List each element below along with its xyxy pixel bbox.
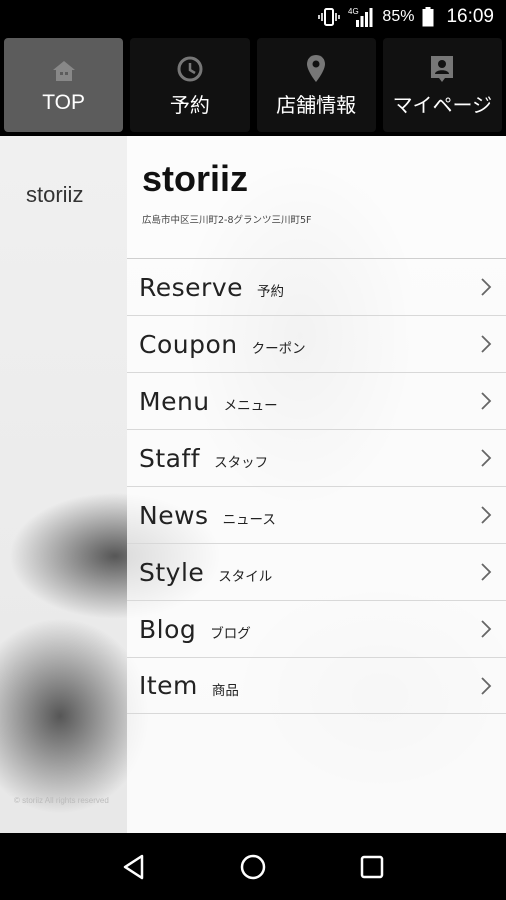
chevron-right-icon bbox=[480, 277, 492, 301]
chevron-right-icon bbox=[480, 562, 492, 586]
person-card-icon bbox=[429, 53, 455, 85]
tab-top[interactable]: TOP bbox=[4, 38, 124, 132]
battery-icon bbox=[422, 7, 434, 27]
menu-item-menu[interactable]: Menu メニュー bbox=[127, 372, 506, 429]
svg-text:4G: 4G bbox=[348, 7, 359, 16]
menu-item-item[interactable]: Item 商品 bbox=[127, 657, 506, 714]
menu-item-sublabel: ニュース bbox=[222, 512, 276, 528]
tab-shop-info[interactable]: 店舗情報 bbox=[256, 38, 376, 132]
menu-item-sublabel: 商品 bbox=[211, 682, 239, 699]
menu-item-sublabel: メニュー bbox=[223, 398, 278, 414]
signal-icon: 4G bbox=[348, 6, 374, 28]
chevron-right-icon bbox=[480, 448, 492, 472]
chevron-right-icon bbox=[480, 676, 492, 700]
menu-item-staff[interactable]: Staff スタッフ bbox=[127, 429, 506, 486]
menu-list: Reserve 予約 Coupon クーポン Menu メニュー Staff ス… bbox=[127, 258, 506, 714]
clock-icon bbox=[176, 53, 204, 85]
location-pin-icon bbox=[305, 53, 327, 85]
vibrate-icon bbox=[318, 8, 341, 26]
tab-label: 店舗情報 bbox=[276, 92, 357, 117]
copyright-text: © storiiz All rights reserved bbox=[14, 796, 109, 805]
tab-label: 予約 bbox=[169, 92, 210, 117]
shop-name: storiiz bbox=[142, 158, 249, 199]
main-content: storiiz © storiiz All rights reserved st… bbox=[0, 136, 506, 833]
menu-item-label: News bbox=[139, 500, 209, 530]
home-circle-icon[interactable] bbox=[233, 847, 273, 887]
menu-item-label: Menu bbox=[139, 386, 210, 416]
menu-item-label: Style bbox=[139, 557, 205, 587]
home-icon bbox=[51, 55, 77, 87]
menu-item-label: Coupon bbox=[139, 329, 238, 359]
menu-item-sublabel: スタッフ bbox=[214, 455, 269, 471]
status-bar: 4G 85% 16:09 bbox=[0, 0, 506, 34]
shop-address: 広島市中区三川町2-8グランツ三川町5F bbox=[142, 215, 312, 226]
menu-item-blog[interactable]: Blog ブログ bbox=[127, 600, 506, 657]
tab-label: TOP bbox=[42, 91, 86, 114]
chevron-right-icon bbox=[480, 334, 492, 358]
tab-label: マイページ bbox=[392, 92, 493, 117]
menu-item-news[interactable]: News ニュース bbox=[127, 486, 506, 543]
menu-item-label: Staff bbox=[139, 443, 201, 473]
menu-item-style[interactable]: Style スタイル bbox=[127, 543, 506, 600]
recent-apps-icon[interactable] bbox=[352, 847, 392, 887]
battery-percent: 85% bbox=[382, 8, 415, 25]
menu-item-sublabel: スタイル bbox=[218, 569, 273, 585]
chevron-right-icon bbox=[480, 391, 492, 415]
menu-item-sublabel: クーポン bbox=[251, 341, 306, 357]
top-tab-bar: TOP 予約 店舗情報 マイページ bbox=[0, 34, 506, 136]
status-time: 16:09 bbox=[446, 6, 494, 27]
menu-item-coupon[interactable]: Coupon クーポン bbox=[127, 315, 506, 372]
left-panel: storiiz © storiiz All rights reserved bbox=[0, 136, 127, 833]
system-nav-bar bbox=[0, 833, 506, 900]
menu-item-label: Reserve bbox=[139, 272, 243, 302]
menu-item-label: Item bbox=[139, 671, 198, 700]
chevron-right-icon bbox=[480, 505, 492, 529]
tab-mypage[interactable]: マイページ bbox=[382, 38, 502, 132]
menu-panel: storiiz 広島市中区三川町2-8グランツ三川町5F Reserve 予約 … bbox=[127, 136, 506, 833]
brand-logo: storiiz bbox=[26, 182, 84, 207]
menu-item-sublabel: ブログ bbox=[210, 626, 251, 642]
chevron-right-icon bbox=[480, 619, 492, 643]
back-icon[interactable] bbox=[114, 847, 154, 887]
menu-item-label: Blog bbox=[139, 614, 197, 644]
menu-item-sublabel: 予約 bbox=[257, 284, 284, 300]
menu-item-reserve[interactable]: Reserve 予約 bbox=[127, 258, 506, 315]
tab-reserve[interactable]: 予約 bbox=[130, 38, 250, 132]
